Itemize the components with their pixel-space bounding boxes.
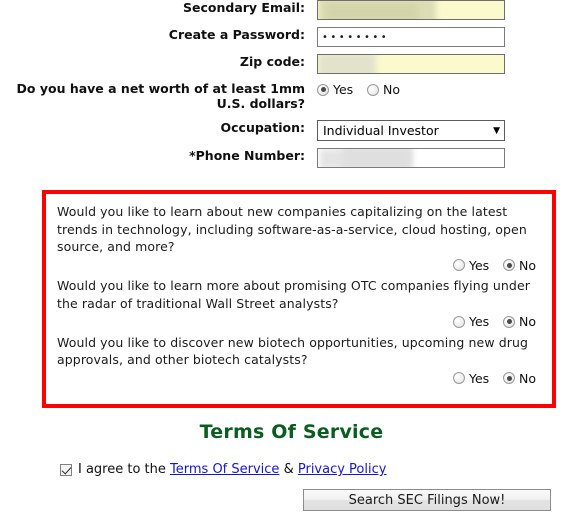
redaction-smudge	[320, 149, 412, 167]
interest-q1-option-yes[interactable]: Yes	[452, 257, 490, 273]
interest-q2-option-yes-label: Yes	[468, 314, 490, 329]
net-worth-option-no-label: No	[383, 82, 401, 97]
phone-number-input[interactable]	[317, 148, 505, 168]
field-wrap-password: ••••••••	[317, 27, 505, 47]
secondary-email-input[interactable]	[317, 0, 505, 20]
interest-question-2-text: Would you like to learn more about promi…	[57, 278, 530, 311]
terms-of-service-link[interactable]: Terms Of Service	[170, 462, 279, 477]
field-wrap-occupation: Individual Investor ▼	[317, 120, 505, 141]
search-sec-filings-button[interactable]: Search SEC Filings Now!	[303, 489, 551, 511]
interest-question-3: Would you like to discover new biotech o…	[57, 334, 542, 388]
interest-q2-option-yes[interactable]: Yes	[452, 314, 490, 329]
redaction-smudge	[342, 149, 412, 167]
field-wrap-secondary-email	[317, 0, 505, 20]
terms-of-service-heading: Terms Of Service	[199, 421, 384, 443]
interest-question-3-radio-group: Yes No	[57, 371, 542, 388]
interest-q3-option-yes-label: Yes	[468, 370, 490, 386]
submit-row: Search SEC Filings Now!	[0, 489, 583, 511]
interest-question-3-text: Would you like to discover new biotech o…	[57, 334, 529, 368]
label-create-password: Create a Password:	[168, 27, 305, 42]
interest-q2-option-no-label: No	[519, 314, 536, 329]
net-worth-radio-group: Yes No	[317, 82, 410, 99]
radio-icon[interactable]	[503, 315, 515, 328]
redaction-smudge	[318, 1, 436, 19]
interest-q1-option-no-label: No	[519, 257, 536, 273]
radio-icon[interactable]	[317, 83, 329, 96]
redaction-smudge	[326, 3, 418, 19]
radio-icon[interactable]	[503, 259, 515, 271]
interests-questions-list: Would you like to learn about new compan…	[46, 194, 552, 387]
interests-questions-highlight-box: Would you like to learn about new compan…	[42, 190, 556, 408]
zip-code-input[interactable]	[317, 54, 505, 74]
interest-q3-option-no-label: No	[519, 370, 536, 386]
field-wrap-zip-code	[317, 54, 505, 74]
net-worth-option-yes[interactable]: Yes	[317, 82, 353, 97]
radio-icon[interactable]	[367, 83, 380, 96]
net-worth-option-no[interactable]: No	[367, 82, 400, 97]
label-zip-code: Zip code:	[239, 54, 305, 69]
interest-question-2: Would you like to learn more about promi…	[57, 277, 542, 331]
interest-question-1: Would you like to learn about new compan…	[57, 203, 542, 274]
form-row-phone-number: *Phone Number:	[0, 148, 583, 168]
agree-checkbox[interactable]	[60, 463, 72, 476]
interest-q1-option-yes-label: Yes	[468, 257, 490, 273]
occupation-select[interactable]: Individual Investor ▼	[317, 120, 505, 141]
password-input[interactable]: ••••••••	[317, 27, 505, 47]
interest-q3-option-yes[interactable]: Yes	[452, 370, 490, 386]
form-row-password: Create a Password: ••••••••	[0, 27, 583, 47]
radio-icon[interactable]	[452, 315, 465, 328]
interest-q1-option-no[interactable]: No	[503, 258, 536, 273]
radio-icon[interactable]	[452, 372, 465, 384]
form-row-net-worth: Do you have a net worth of at least 1mm …	[0, 81, 583, 111]
interest-question-1-text: Would you like to learn about new compan…	[57, 204, 527, 254]
form-row-zip-code: Zip code:	[0, 54, 583, 74]
chevron-down-icon: ▼	[493, 125, 500, 136]
net-worth-option-yes-label: Yes	[333, 82, 354, 97]
radio-icon[interactable]	[452, 259, 465, 271]
link-separator: &	[283, 462, 294, 477]
label-secondary-email: Secondary Email:	[183, 0, 305, 15]
interest-q3-option-no[interactable]: No	[503, 371, 536, 386]
label-net-worth: Do you have a net worth of at least 1mm …	[16, 81, 305, 111]
interest-question-1-radio-group: Yes No	[57, 258, 542, 275]
radio-icon[interactable]	[503, 372, 515, 384]
field-wrap-phone-number	[317, 148, 505, 168]
interest-question-2-radio-group: Yes No	[57, 314, 542, 331]
form-row-secondary-email: Secondary Email:	[0, 0, 583, 20]
registration-form: Secondary Email: Create a Password: ••••…	[0, 0, 583, 168]
terms-section: Terms Of Service I agree to the Terms Of…	[0, 408, 583, 511]
password-masked-value: ••••••••	[322, 32, 390, 43]
privacy-policy-link[interactable]: Privacy Policy	[298, 462, 387, 477]
label-occupation: Occupation:	[220, 120, 305, 135]
form-row-occupation: Occupation: Individual Investor ▼	[0, 120, 583, 141]
label-phone-number: *Phone Number:	[189, 148, 305, 163]
occupation-selected-value: Individual Investor	[323, 123, 439, 138]
interest-q2-option-no[interactable]: No	[503, 314, 536, 329]
redaction-smudge	[318, 55, 376, 73]
agree-row: I agree to the Terms Of Service & Privac…	[60, 462, 583, 477]
agree-prefix-text: I agree to the	[78, 462, 166, 477]
